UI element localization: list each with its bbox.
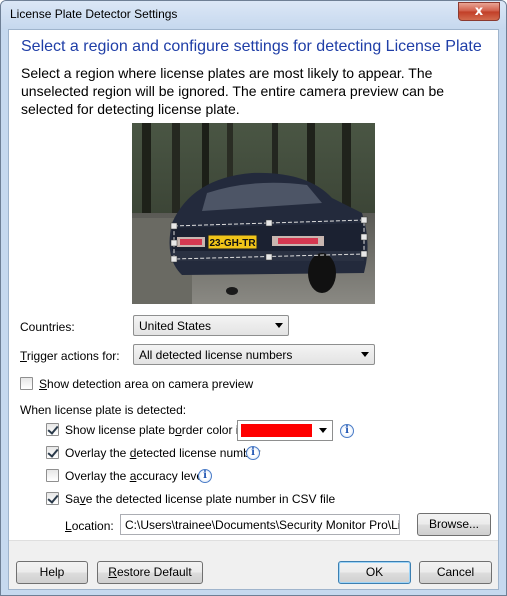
overlay-accuracy-checkbox[interactable] — [46, 469, 59, 482]
show-detection-label: Show detection area on camera preview — [39, 377, 254, 391]
page-heading: Select a region and configure settings f… — [21, 38, 482, 55]
description-text: Select a region where license plates are… — [21, 65, 445, 117]
location-input[interactable]: C:\Users\trainee\Documents\Security Moni… — [120, 514, 400, 535]
browse-button[interactable]: Browse... — [417, 513, 491, 536]
countries-label: Countries: — [20, 320, 75, 334]
overlay-number-label: Overlay the detected license number — [65, 446, 261, 460]
dialog-window: License Plate Detector Settings x Select… — [0, 0, 507, 596]
save-csv-label: Save the detected license plate number i… — [65, 492, 336, 506]
overlay-accuracy-label: Overlay the accuracy level — [65, 469, 206, 483]
window-title: License Plate Detector Settings — [10, 7, 178, 21]
section-label: When license plate is detected: — [20, 403, 187, 417]
save-csv-checkbox[interactable] — [46, 492, 59, 505]
border-color-label: Show license plate border color in — [65, 423, 246, 437]
countries-dropdown[interactable]: United States — [133, 315, 289, 336]
info-icon[interactable]: i — [340, 424, 354, 438]
title-bar: License Plate Detector Settings x — [1, 1, 506, 29]
border-color-picker[interactable] — [237, 420, 333, 441]
button-bar: Help Restore Default OK Cancel — [9, 540, 498, 589]
location-label: Location: — [65, 519, 114, 533]
dialog-content: Select a region and configure settings f… — [8, 29, 499, 590]
trigger-dropdown[interactable]: All detected license numbers — [133, 344, 375, 365]
close-icon: x — [474, 4, 484, 19]
info-icon[interactable]: i — [246, 446, 260, 460]
trigger-value: All detected license numbers — [139, 348, 293, 362]
chevron-down-icon — [275, 323, 283, 328]
border-color-checkbox[interactable] — [46, 423, 59, 436]
close-button[interactable]: x — [458, 2, 500, 21]
color-swatch — [241, 424, 312, 437]
info-icon[interactable]: i — [198, 469, 212, 483]
ok-button[interactable]: OK — [338, 561, 411, 584]
camera-preview[interactable]: 23-GH-TR — [132, 123, 375, 304]
countries-value: United States — [139, 319, 212, 333]
restore-default-button[interactable]: Restore Default — [97, 561, 203, 584]
show-detection-checkbox[interactable] — [20, 377, 33, 390]
cancel-button[interactable]: Cancel — [419, 561, 492, 584]
overlay-number-checkbox[interactable] — [46, 446, 59, 459]
trigger-label: Trigger actions for: — [20, 349, 120, 363]
chevron-down-icon — [361, 352, 369, 357]
help-button[interactable]: Help — [16, 561, 88, 584]
license-plate-text: 23-GH-TR — [209, 238, 256, 249]
chevron-down-icon — [319, 428, 327, 433]
